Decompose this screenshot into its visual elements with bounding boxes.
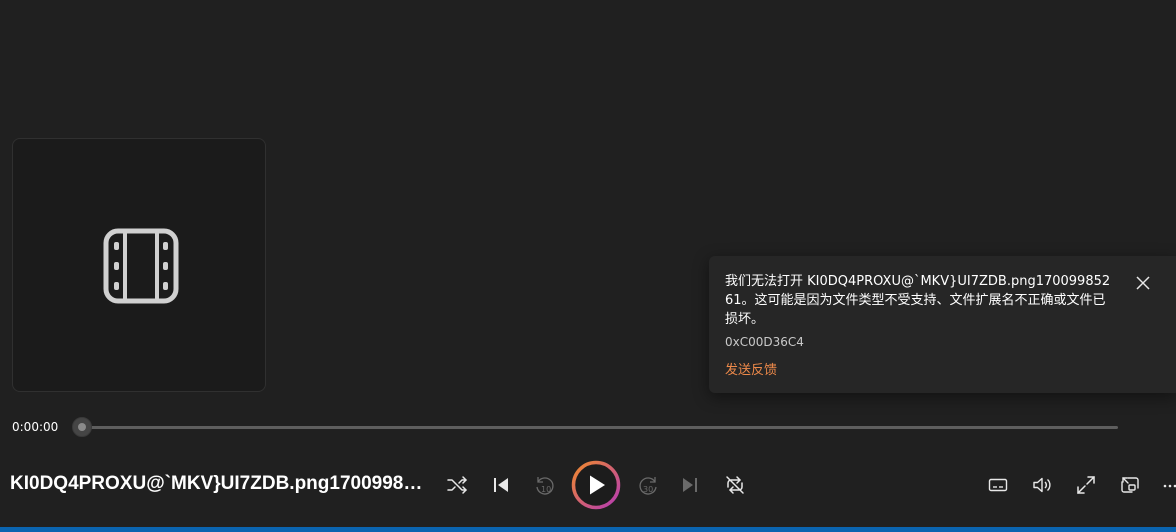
- svg-text:30: 30: [643, 485, 653, 494]
- skip-back-10-icon: 10: [536, 477, 554, 495]
- next-button[interactable]: [678, 473, 702, 497]
- skip-back-button[interactable]: 10: [533, 473, 557, 497]
- seek-handle[interactable]: [72, 417, 92, 437]
- previous-icon: [494, 478, 508, 492]
- seek-bar[interactable]: [82, 426, 1118, 429]
- more-icon: [1163, 484, 1176, 488]
- skip-forward-button[interactable]: 30: [636, 473, 660, 497]
- next-icon: [683, 478, 697, 492]
- shuffle-icon: [447, 476, 467, 494]
- media-thumbnail: [12, 138, 266, 392]
- previous-button[interactable]: [489, 473, 513, 497]
- miniplayer-button[interactable]: [1118, 473, 1142, 497]
- repeat-button[interactable]: [723, 473, 747, 497]
- volume-button[interactable]: [1030, 473, 1054, 497]
- close-icon: [1136, 276, 1150, 290]
- more-button[interactable]: [1162, 473, 1176, 497]
- miniplayer-icon: [1121, 477, 1139, 493]
- fullscreen-icon: [1077, 476, 1095, 494]
- current-time: 0:00:00: [12, 420, 59, 434]
- error-message: 我们无法打开 KI0DQ4PROXU@`MKV}UI7ZDB.png170099…: [725, 274, 1111, 327]
- error-code: 0xC00D36C4: [725, 335, 804, 349]
- captions-button[interactable]: [986, 473, 1010, 497]
- media-title: KI0DQ4PROXU@`MKV}UI7ZDB.png17009985261: [10, 473, 428, 494]
- repeat-off-icon: [726, 476, 744, 494]
- play-icon: [571, 460, 621, 510]
- volume-icon: [1033, 477, 1051, 493]
- shuffle-button[interactable]: [445, 473, 469, 497]
- close-notification-button[interactable]: [1134, 274, 1152, 292]
- taskbar-strip: [0, 527, 1176, 532]
- film-icon: [103, 228, 179, 304]
- skip-forward-30-icon: 30: [639, 477, 657, 495]
- fullscreen-button[interactable]: [1074, 473, 1098, 497]
- error-notification: 我们无法打开 KI0DQ4PROXU@`MKV}UI7ZDB.png170099…: [709, 256, 1176, 393]
- play-button[interactable]: [571, 460, 621, 510]
- svg-text:10: 10: [541, 485, 551, 494]
- captions-icon: [988, 478, 1008, 492]
- send-feedback-link[interactable]: 发送反馈: [725, 359, 777, 378]
